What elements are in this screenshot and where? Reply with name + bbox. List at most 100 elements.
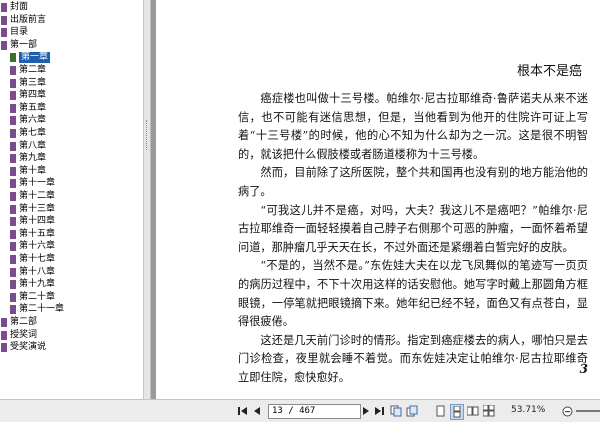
bookmark-item[interactable]: 第五章 bbox=[10, 103, 46, 114]
continuous-icon[interactable] bbox=[450, 404, 464, 420]
bookmark-icon bbox=[10, 204, 16, 214]
page-number-input[interactable]: 13 / 467 bbox=[268, 404, 361, 419]
bookmark-item[interactable]: 第九章 bbox=[10, 153, 46, 164]
single-page-icon[interactable] bbox=[434, 404, 446, 418]
bookmark-label: 受奖演说 bbox=[10, 342, 47, 353]
bookmark-label: 第九章 bbox=[19, 153, 47, 164]
bookmark-label: 第十三章 bbox=[19, 203, 56, 214]
bookmark-label: 第十五章 bbox=[19, 228, 56, 239]
bookmark-item[interactable]: 第十三章 bbox=[10, 204, 55, 215]
bookmark-item[interactable]: 第十九章 bbox=[10, 279, 55, 290]
running-head: 根本不是癌 bbox=[516, 64, 582, 79]
bookmark-item[interactable]: 受奖演说 bbox=[1, 342, 46, 353]
bookmark-label: 目录 bbox=[10, 27, 29, 38]
bookmark-item[interactable]: 第十五章 bbox=[10, 229, 55, 240]
bookmark-label: 出版前言 bbox=[10, 14, 47, 25]
bookmark-item[interactable]: 出版前言 bbox=[1, 15, 46, 26]
back-icon[interactable] bbox=[390, 404, 402, 418]
bookmark-label: 第一章 bbox=[19, 52, 51, 64]
bookmark-label: 第六章 bbox=[19, 115, 47, 126]
bookmark-label: 第五章 bbox=[19, 102, 47, 113]
bookmark-label: 第二部 bbox=[10, 317, 38, 327]
splitter-grip[interactable] bbox=[146, 120, 149, 150]
bookmark-item[interactable]: 第八章 bbox=[10, 141, 46, 152]
body-paragraph: 然而，目前除了这所医院，整个共和国再也没有别的地方能治他的病了。 bbox=[238, 166, 588, 198]
bookmark-item[interactable]: 第四章 bbox=[10, 90, 46, 101]
bookmark-icon bbox=[10, 179, 16, 189]
bookmark-icon bbox=[10, 280, 16, 290]
bookmark-icon bbox=[10, 166, 16, 176]
bookmark-icon bbox=[1, 318, 7, 327]
bookmark-item[interactable]: 第十七章 bbox=[10, 254, 55, 265]
bookmark-item[interactable]: 第二十章 bbox=[10, 292, 55, 303]
bookmark-icon bbox=[10, 141, 16, 151]
bookmarks-panel: 封面 出版前言 目录 第一部 第一章 第二章 第三章 第四章 第五章 第六章 第七章 第八章 第九章 第十… bbox=[0, 0, 144, 399]
bookmark-item[interactable]: 第十八章 bbox=[10, 267, 55, 278]
bookmark-icon bbox=[10, 305, 16, 315]
zoom-slider[interactable] bbox=[576, 410, 600, 412]
bookmark-item[interactable]: 第二部 bbox=[1, 317, 37, 328]
bookmark-label: 第三章 bbox=[19, 77, 47, 88]
bookmark-icon bbox=[10, 242, 16, 252]
bookmark-item[interactable]: 封面 bbox=[1, 2, 28, 13]
bookmark-icon bbox=[1, 330, 7, 340]
bookmark-item[interactable]: 第十四章 bbox=[10, 216, 55, 227]
facing-icon[interactable] bbox=[467, 404, 479, 418]
bookmark-item[interactable]: 授奖词 bbox=[1, 330, 37, 341]
bottom-toolbar: 13 / 467 53.71% bbox=[0, 399, 600, 422]
bookmark-item[interactable]: 第十六章 bbox=[10, 241, 55, 252]
bookmark-item[interactable]: 第三章 bbox=[10, 78, 46, 89]
bookmark-label: 第十九章 bbox=[19, 279, 56, 290]
pdf-page: 根本不是癌 癌症楼也叫做十三号楼。帕维尔·尼古拉耶维奇·鲁萨诺夫从来不迷信，也不… bbox=[156, 0, 600, 399]
forward-icon[interactable] bbox=[406, 404, 418, 418]
bookmark-item[interactable]: 第十章 bbox=[10, 166, 46, 177]
bookmark-icon bbox=[1, 40, 7, 50]
prev-page-icon[interactable] bbox=[252, 404, 262, 418]
bookmark-icon bbox=[1, 15, 7, 25]
bookmark-icon bbox=[10, 154, 16, 164]
bookmark-icon bbox=[1, 343, 7, 353]
bookmark-icon bbox=[1, 3, 7, 12]
body-paragraph: 这还是几天前门诊时的情形。指定到癌症楼去的病人，哪怕只是去门诊检查，夜里就会睡不… bbox=[238, 333, 588, 384]
bookmark-item[interactable]: 第二十一章 bbox=[10, 304, 64, 315]
last-page-icon[interactable] bbox=[374, 404, 384, 418]
bookmark-icon bbox=[10, 255, 16, 264]
bookmark-label: 封面 bbox=[10, 2, 29, 12]
first-page-icon[interactable] bbox=[238, 404, 248, 418]
bookmark-item[interactable]: 第一章 bbox=[10, 52, 51, 64]
bookmark-item[interactable]: 第十二章 bbox=[10, 191, 55, 202]
bookmark-label: 授奖词 bbox=[10, 329, 38, 340]
bookmark-label: 第十一章 bbox=[19, 178, 56, 189]
facing-continuous-icon[interactable] bbox=[483, 404, 495, 418]
bookmark-label: 第十八章 bbox=[19, 266, 56, 277]
bookmark-icon bbox=[10, 53, 16, 63]
panel-splitter[interactable] bbox=[144, 0, 151, 399]
bookmark-icon bbox=[10, 116, 16, 126]
bookmark-item[interactable]: 目录 bbox=[1, 27, 28, 38]
bookmark-item[interactable]: 第七章 bbox=[10, 128, 46, 139]
next-page-icon[interactable] bbox=[361, 404, 371, 418]
bookmark-icon bbox=[10, 91, 16, 101]
bookmark-label: 第十四章 bbox=[19, 216, 56, 227]
bookmark-icon bbox=[10, 103, 16, 113]
bookmark-item[interactable]: 第二章 bbox=[10, 65, 46, 76]
bookmark-icon bbox=[10, 292, 16, 302]
bookmark-label: 第十章 bbox=[19, 165, 47, 176]
zoom-out-icon[interactable] bbox=[562, 404, 573, 418]
document-viewer[interactable]: 根本不是癌 癌症楼也叫做十三号楼。帕维尔·尼古拉耶维奇·鲁萨诺夫从来不迷信，也不… bbox=[151, 0, 600, 399]
bookmark-item[interactable]: 第十一章 bbox=[10, 178, 55, 189]
bookmark-label: 第七章 bbox=[19, 128, 47, 138]
bookmark-icon bbox=[10, 217, 16, 227]
bookmark-item[interactable]: 第六章 bbox=[10, 115, 46, 126]
bookmark-icon bbox=[10, 267, 16, 277]
bookmark-label: 第四章 bbox=[19, 90, 47, 101]
bookmark-label: 第八章 bbox=[19, 140, 47, 151]
bookmark-item[interactable]: 第一部 bbox=[1, 40, 37, 51]
zoom-level[interactable]: 53.71% bbox=[511, 405, 545, 415]
bookmark-label: 第二十一章 bbox=[19, 304, 65, 315]
body-paragraph: 癌症楼也叫做十三号楼。帕维尔·尼古拉耶维奇·鲁萨诺夫从来不迷信，也不可能有迷信思… bbox=[238, 92, 588, 161]
bookmark-label: 第二章 bbox=[19, 65, 47, 75]
bookmark-label: 第二十章 bbox=[19, 291, 56, 302]
bookmark-icon bbox=[10, 192, 16, 201]
bookmark-label: 第十二章 bbox=[19, 191, 56, 201]
